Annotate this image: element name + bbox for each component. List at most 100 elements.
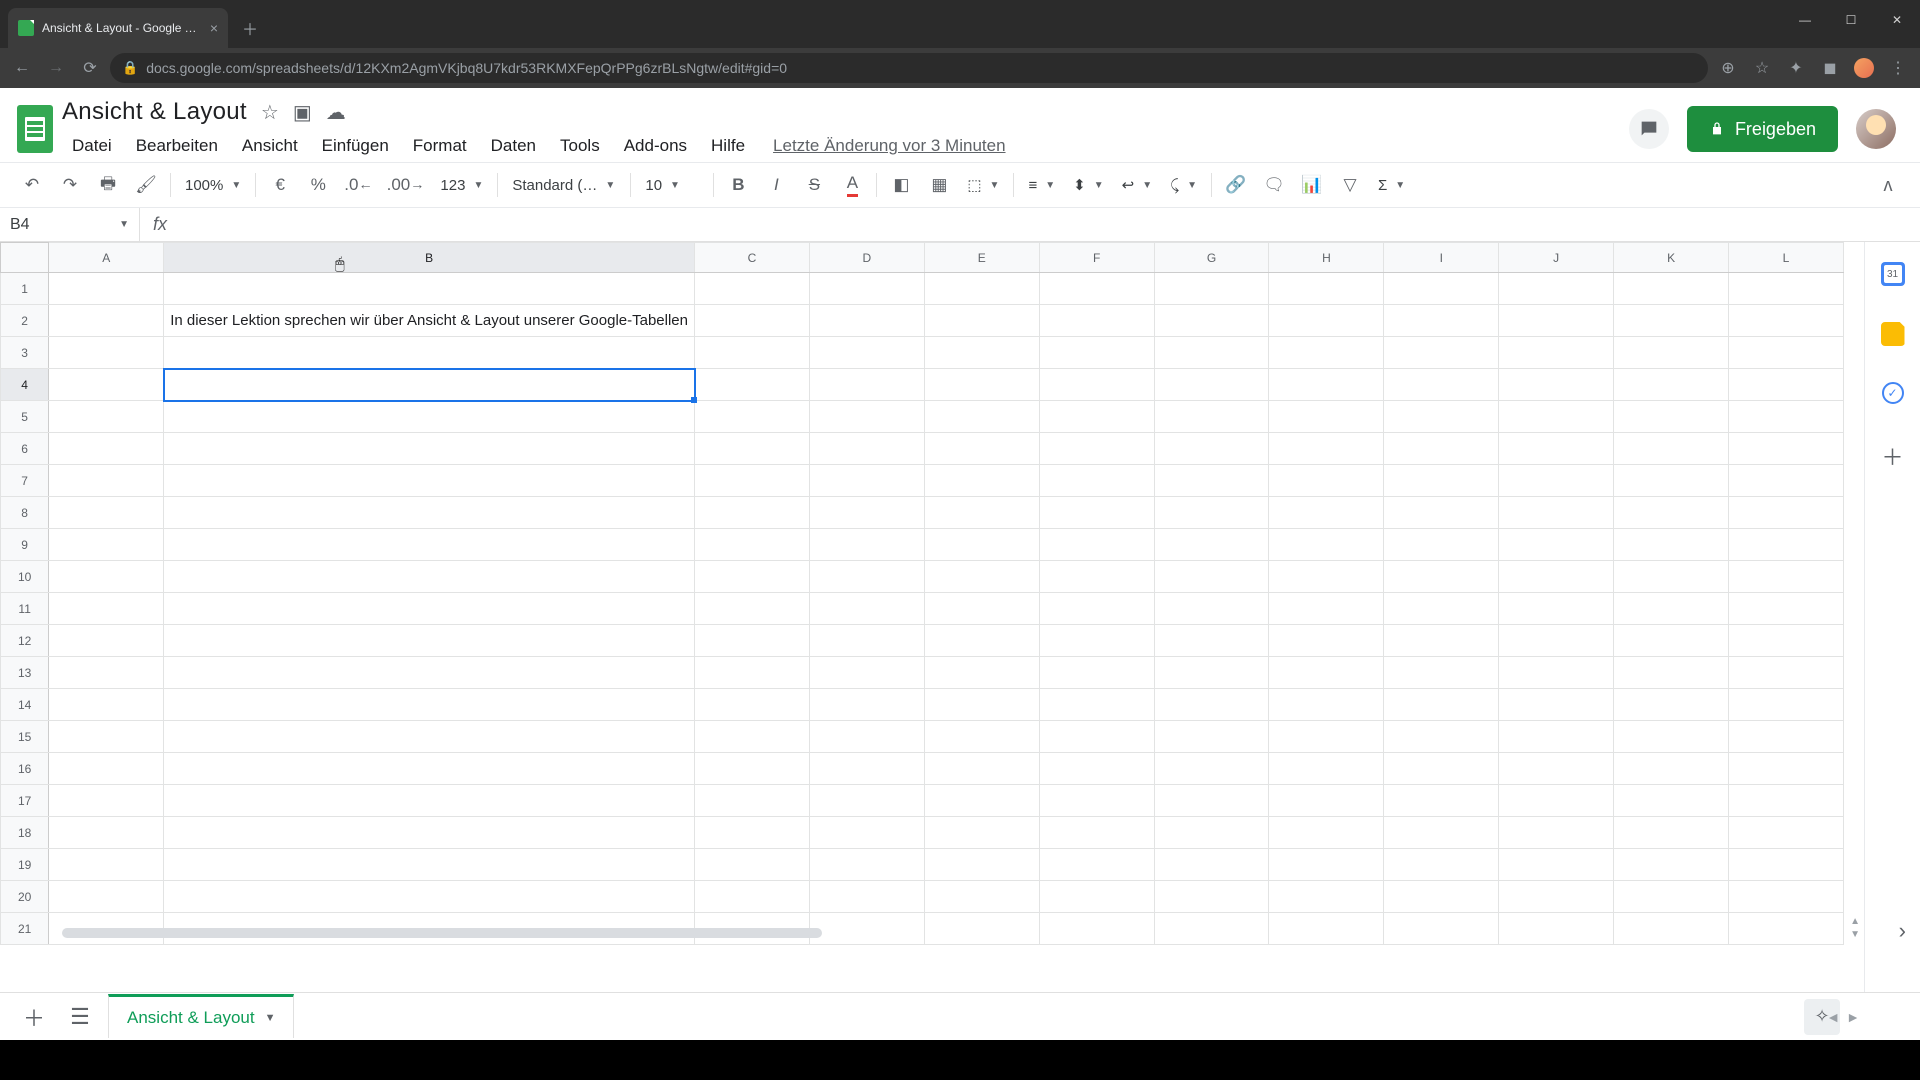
cell-J8[interactable]: [1499, 497, 1614, 529]
comment-button[interactable]: 🗨: [1256, 169, 1292, 201]
cell-A20[interactable]: [49, 881, 164, 913]
cell-H18[interactable]: [1269, 817, 1384, 849]
scroll-up-button[interactable]: ▲: [1850, 916, 1860, 927]
cell-C3[interactable]: [695, 337, 810, 369]
cell-D4[interactable]: [809, 369, 924, 401]
column-header-F[interactable]: F: [1039, 243, 1154, 273]
cell-J18[interactable]: [1499, 817, 1614, 849]
cell-F14[interactable]: [1039, 689, 1154, 721]
column-header-A[interactable]: A: [49, 243, 164, 273]
cell-E3[interactable]: [924, 337, 1039, 369]
cell-K14[interactable]: [1614, 689, 1729, 721]
cell-E11[interactable]: [924, 593, 1039, 625]
cell-E7[interactable]: [924, 465, 1039, 497]
link-button[interactable]: 🔗: [1218, 169, 1254, 201]
text-color-button[interactable]: A: [834, 169, 870, 201]
zoom-icon[interactable]: ⊕: [1714, 54, 1742, 82]
account-avatar[interactable]: [1856, 109, 1896, 149]
cell-I14[interactable]: [1384, 689, 1499, 721]
minimize-button[interactable]: —: [1782, 0, 1828, 40]
cell-A11[interactable]: [49, 593, 164, 625]
share-button[interactable]: Freigeben: [1687, 106, 1838, 152]
cell-B7[interactable]: [164, 465, 695, 497]
cell-K19[interactable]: [1614, 849, 1729, 881]
cell-L5[interactable]: [1729, 401, 1844, 433]
cell-K13[interactable]: [1614, 657, 1729, 689]
undo-button[interactable]: ↶: [14, 169, 50, 201]
strike-button[interactable]: S: [796, 169, 832, 201]
cell-G20[interactable]: [1154, 881, 1269, 913]
cell-C7[interactable]: [695, 465, 810, 497]
cell-K18[interactable]: [1614, 817, 1729, 849]
cell-I3[interactable]: [1384, 337, 1499, 369]
cell-C13[interactable]: [695, 657, 810, 689]
cell-I4[interactable]: [1384, 369, 1499, 401]
cell-F2[interactable]: [1039, 305, 1154, 337]
cell-D14[interactable]: [809, 689, 924, 721]
document-title[interactable]: Ansicht & Layout: [62, 98, 247, 126]
column-header-D[interactable]: D: [809, 243, 924, 273]
wrap-button[interactable]: ↩▼: [1114, 170, 1160, 200]
cell-D5[interactable]: [809, 401, 924, 433]
cell-D12[interactable]: [809, 625, 924, 657]
row-header-1[interactable]: 1: [1, 273, 49, 305]
cell-K20[interactable]: [1614, 881, 1729, 913]
cell-C15[interactable]: [695, 721, 810, 753]
cell-B12[interactable]: [164, 625, 695, 657]
cell-F16[interactable]: [1039, 753, 1154, 785]
menu-ansicht[interactable]: Ansicht: [232, 132, 308, 160]
cell-G4[interactable]: [1154, 369, 1269, 401]
cell-F19[interactable]: [1039, 849, 1154, 881]
cell-F17[interactable]: [1039, 785, 1154, 817]
cell-J6[interactable]: [1499, 433, 1614, 465]
cell-E18[interactable]: [924, 817, 1039, 849]
cell-C8[interactable]: [695, 497, 810, 529]
cell-A5[interactable]: [49, 401, 164, 433]
cell-C4[interactable]: [695, 369, 810, 401]
cell-L6[interactable]: [1729, 433, 1844, 465]
cell-B4[interactable]: [164, 369, 695, 401]
sheet-tab-menu-icon[interactable]: ▼: [265, 1012, 276, 1024]
horizontal-scrollbar[interactable]: [62, 928, 1844, 940]
profile-button[interactable]: [1850, 54, 1878, 82]
cell-D10[interactable]: [809, 561, 924, 593]
cell-A17[interactable]: [49, 785, 164, 817]
cell-H19[interactable]: [1269, 849, 1384, 881]
reload-button[interactable]: ⟳: [76, 54, 104, 82]
chrome-menu-button[interactable]: ⋮: [1884, 54, 1912, 82]
menu-bearbeiten[interactable]: Bearbeiten: [126, 132, 228, 160]
italic-button[interactable]: I: [758, 169, 794, 201]
add-addon-button[interactable]: ＋: [1881, 440, 1905, 472]
cell-F15[interactable]: [1039, 721, 1154, 753]
cell-I5[interactable]: [1384, 401, 1499, 433]
cell-K17[interactable]: [1614, 785, 1729, 817]
font-size-select[interactable]: 10▼: [637, 170, 707, 200]
cell-A1[interactable]: [49, 273, 164, 305]
print-button[interactable]: 🖶: [90, 169, 126, 201]
paint-format-button[interactable]: 🖌: [128, 169, 164, 201]
cell-G15[interactable]: [1154, 721, 1269, 753]
close-tab-icon[interactable]: ×: [210, 21, 218, 35]
cell-I11[interactable]: [1384, 593, 1499, 625]
cell-F6[interactable]: [1039, 433, 1154, 465]
cell-L17[interactable]: [1729, 785, 1844, 817]
cell-E6[interactable]: [924, 433, 1039, 465]
move-icon[interactable]: ▣: [293, 100, 312, 125]
cell-H4[interactable]: [1269, 369, 1384, 401]
column-header-I[interactable]: I: [1384, 243, 1499, 273]
cell-A13[interactable]: [49, 657, 164, 689]
cell-L15[interactable]: [1729, 721, 1844, 753]
cell-A4[interactable]: [49, 369, 164, 401]
last-edit-link[interactable]: Letzte Änderung vor 3 Minuten: [773, 136, 1005, 156]
cell-E12[interactable]: [924, 625, 1039, 657]
column-header-B[interactable]: B: [164, 243, 695, 273]
cell-A10[interactable]: [49, 561, 164, 593]
cell-J11[interactable]: [1499, 593, 1614, 625]
cell-E4[interactable]: [924, 369, 1039, 401]
row-header-13[interactable]: 13: [1, 657, 49, 689]
cell-H2[interactable]: [1269, 305, 1384, 337]
cell-I15[interactable]: [1384, 721, 1499, 753]
cell-D17[interactable]: [809, 785, 924, 817]
cell-K5[interactable]: [1614, 401, 1729, 433]
cell-L14[interactable]: [1729, 689, 1844, 721]
